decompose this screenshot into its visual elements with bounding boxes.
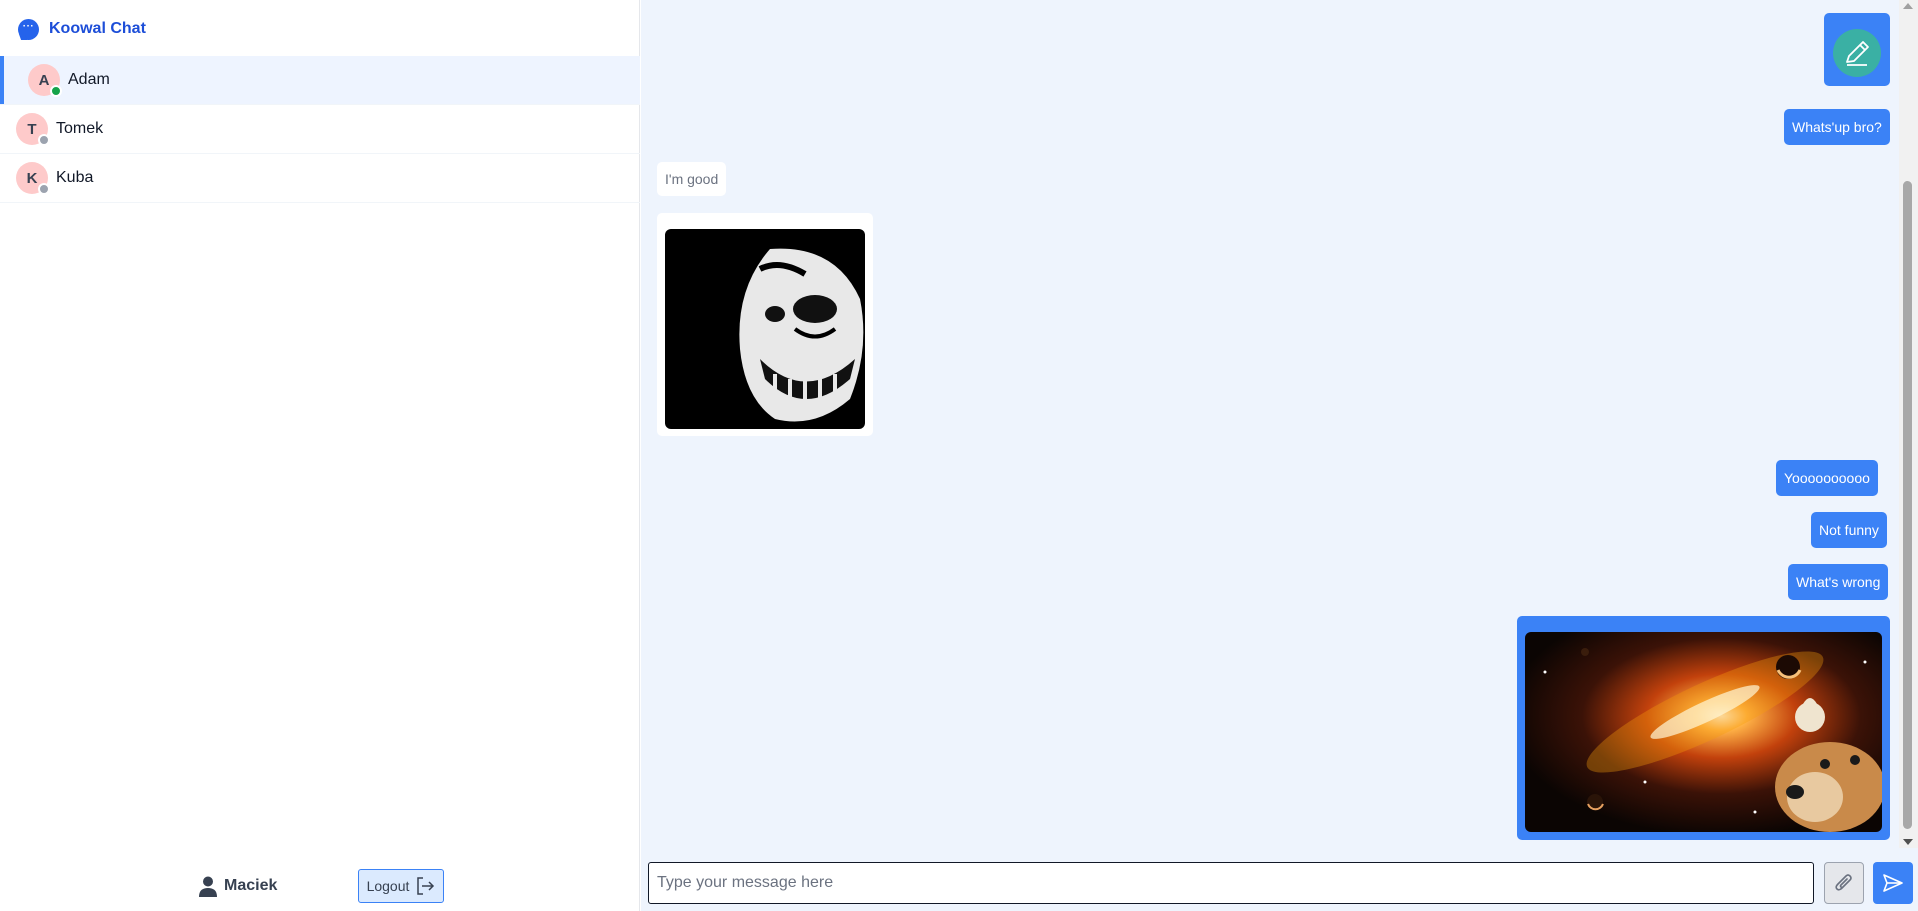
scroll-thumb[interactable]	[1903, 181, 1912, 829]
send-button[interactable]	[1873, 862, 1913, 904]
app-brand: ··· Koowal Chat	[18, 17, 146, 41]
avatar: K	[16, 162, 50, 195]
contact-item-kuba[interactable]: K Kuba	[0, 154, 640, 203]
contact-name: Adam	[68, 71, 110, 88]
logout-label: Logout	[366, 878, 410, 894]
online-status-dot	[50, 85, 62, 97]
pencil-icon	[1833, 29, 1881, 77]
contact-item-adam[interactable]: A Adam	[0, 56, 640, 105]
sidebar: ··· Koowal Chat A Adam T Tomek K Kuba Ma…	[0, 0, 640, 911]
chat-panel: Whats'up bro? I'm good Yoooooooooo Not f…	[641, 0, 1918, 911]
message-bubble-outgoing: What's wrong	[1788, 564, 1889, 600]
logout-icon	[417, 877, 435, 895]
message-bubble-outgoing: Not funny	[1811, 512, 1887, 548]
current-user-panel: Maciek Logout	[0, 866, 640, 906]
scroll-up-arrow[interactable]	[1903, 3, 1913, 9]
contact-name: Kuba	[56, 169, 94, 186]
app-title: Koowal Chat	[49, 20, 146, 37]
avatar: T	[16, 113, 50, 146]
message-image-outgoing[interactable]	[1517, 616, 1890, 840]
message-input[interactable]	[648, 862, 1814, 904]
scroll-down-arrow[interactable]	[1903, 839, 1913, 845]
avatar-initial: T	[27, 120, 37, 138]
attach-button[interactable]	[1824, 862, 1864, 904]
message-scrollbar[interactable]	[1899, 0, 1918, 848]
message-bubble-incoming: I'm good	[657, 162, 727, 196]
contact-item-tomek[interactable]: T Tomek	[0, 105, 640, 154]
message-image-incoming[interactable]	[657, 213, 873, 436]
paperclip-icon	[1835, 874, 1852, 891]
contact-list: A Adam T Tomek K Kuba	[0, 56, 640, 203]
contact-name: Tomek	[56, 120, 104, 137]
offline-status-dot	[38, 183, 50, 195]
offline-status-dot	[38, 134, 50, 146]
logout-button[interactable]: Logout	[358, 869, 444, 903]
message-image-outgoing[interactable]	[1824, 13, 1890, 86]
message-bubble-outgoing: Whats'up bro?	[1784, 109, 1890, 145]
space-dog-image	[1525, 632, 1882, 832]
send-icon	[1883, 874, 1903, 892]
message-list: Whats'up bro? I'm good Yoooooooooo Not f…	[641, 0, 1899, 848]
user-icon	[199, 876, 217, 897]
message-bubble-outgoing: Yoooooooooo	[1776, 460, 1878, 496]
troll-face-image	[665, 229, 865, 429]
avatar-initial: A	[38, 71, 50, 89]
chat-bubble-icon: ···	[18, 18, 39, 40]
current-user-name: Maciek	[224, 877, 278, 894]
message-composer	[641, 848, 1918, 911]
avatar: A	[28, 64, 62, 97]
avatar-initial: K	[26, 169, 38, 187]
